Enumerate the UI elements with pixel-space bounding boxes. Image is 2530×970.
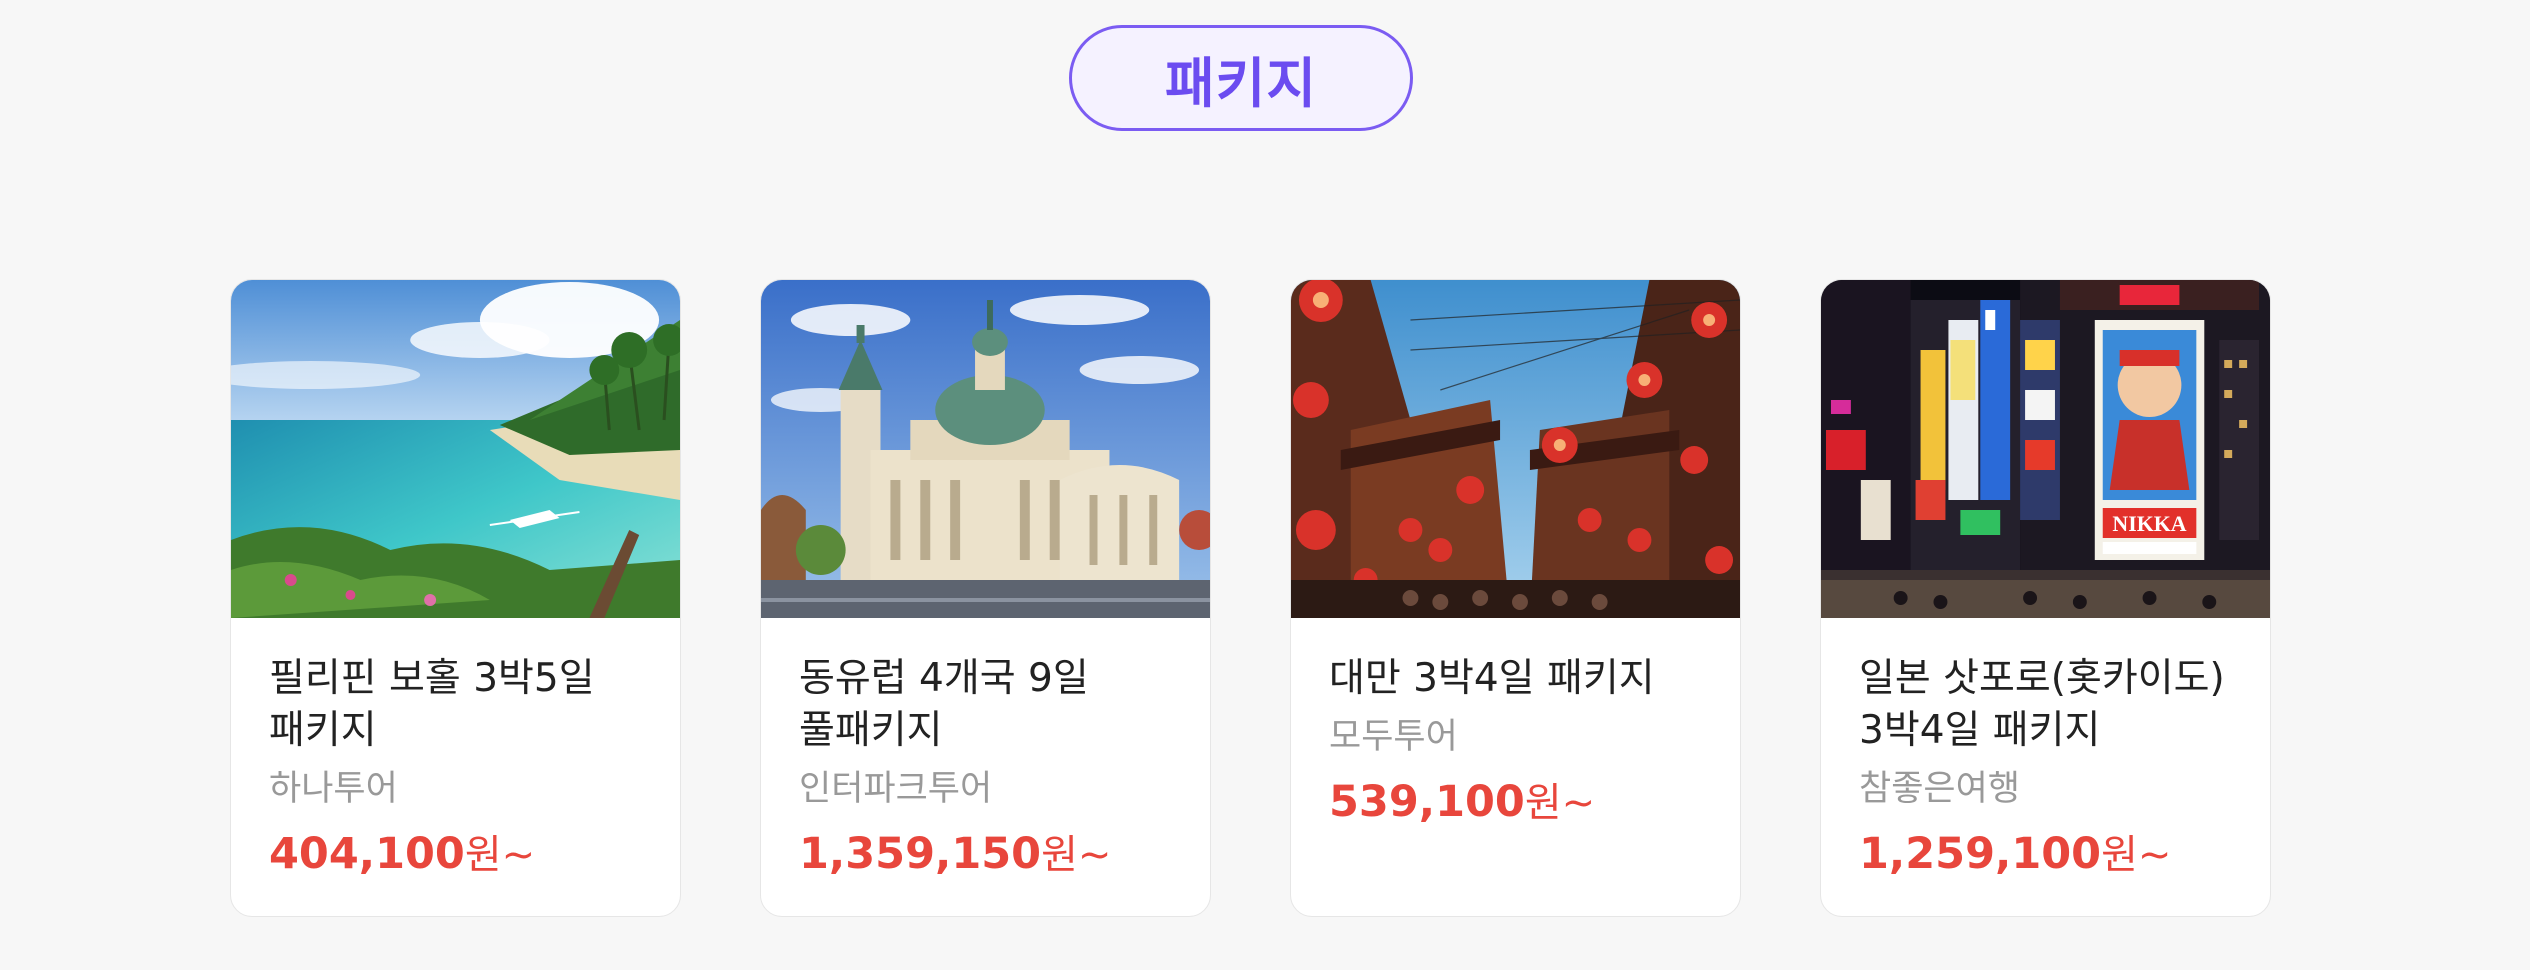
price-value: 1,259,100 xyxy=(1859,829,2102,879)
package-card[interactable]: 대만 3박4일 패키지 모두투어 539,100 원~ xyxy=(1290,279,1741,917)
package-price: 1,259,100 원~ xyxy=(1859,829,2234,880)
package-title: 일본 삿포로(홋카이도) 3박4일 패키지 xyxy=(1859,656,2225,753)
price-suffix: 원~ xyxy=(1041,832,1112,878)
section-tab-package[interactable]: 패키지 xyxy=(1069,25,1413,131)
neon-city-night-photo: NIKKA xyxy=(1821,280,2270,618)
travel-agency: 참좋은여행 xyxy=(1859,769,2021,809)
package-title: 대만 3박4일 패키지 xyxy=(1329,656,1655,701)
package-title: 동유럽 4개국 9일 풀패키지 xyxy=(799,656,1089,753)
lantern-street-photo xyxy=(1291,280,1740,618)
price-value: 404,100 xyxy=(269,829,465,879)
price-value: 539,100 xyxy=(1329,777,1525,827)
tropical-beach-photo xyxy=(231,280,680,618)
section-tab-label: 패키지 xyxy=(1164,51,1318,115)
svg-text:NIKKA: NIKKA xyxy=(2112,511,2186,536)
basilica-photo xyxy=(761,280,1210,618)
package-card[interactable]: 필리핀 보홀 3박5일 패키지 하나투어 404,100 원~ xyxy=(230,279,681,917)
package-price: 539,100 원~ xyxy=(1329,777,1704,828)
travel-agency: 인터파크투어 xyxy=(799,769,993,809)
price-value: 1,359,150 xyxy=(799,829,1042,879)
travel-agency: 하나투어 xyxy=(269,769,398,809)
price-suffix: 원~ xyxy=(464,832,536,878)
price-suffix: 원~ xyxy=(2101,832,2172,878)
price-suffix: 원~ xyxy=(1524,780,1596,826)
package-card[interactable]: 동유럽 4개국 9일 풀패키지 인터파크투어 1,359,150 원~ xyxy=(760,279,1211,917)
package-title: 필리핀 보홀 3박5일 패키지 xyxy=(269,656,595,753)
package-price: 1,359,150 원~ xyxy=(799,829,1174,880)
travel-agency: 모두투어 xyxy=(1329,717,1458,757)
package-card[interactable]: NIKKA 일본 삿포로(홋카이도) 3박4일 패키지 참좋은여행 1,259,… xyxy=(1820,279,2271,917)
package-price: 404,100 원~ xyxy=(269,829,644,880)
